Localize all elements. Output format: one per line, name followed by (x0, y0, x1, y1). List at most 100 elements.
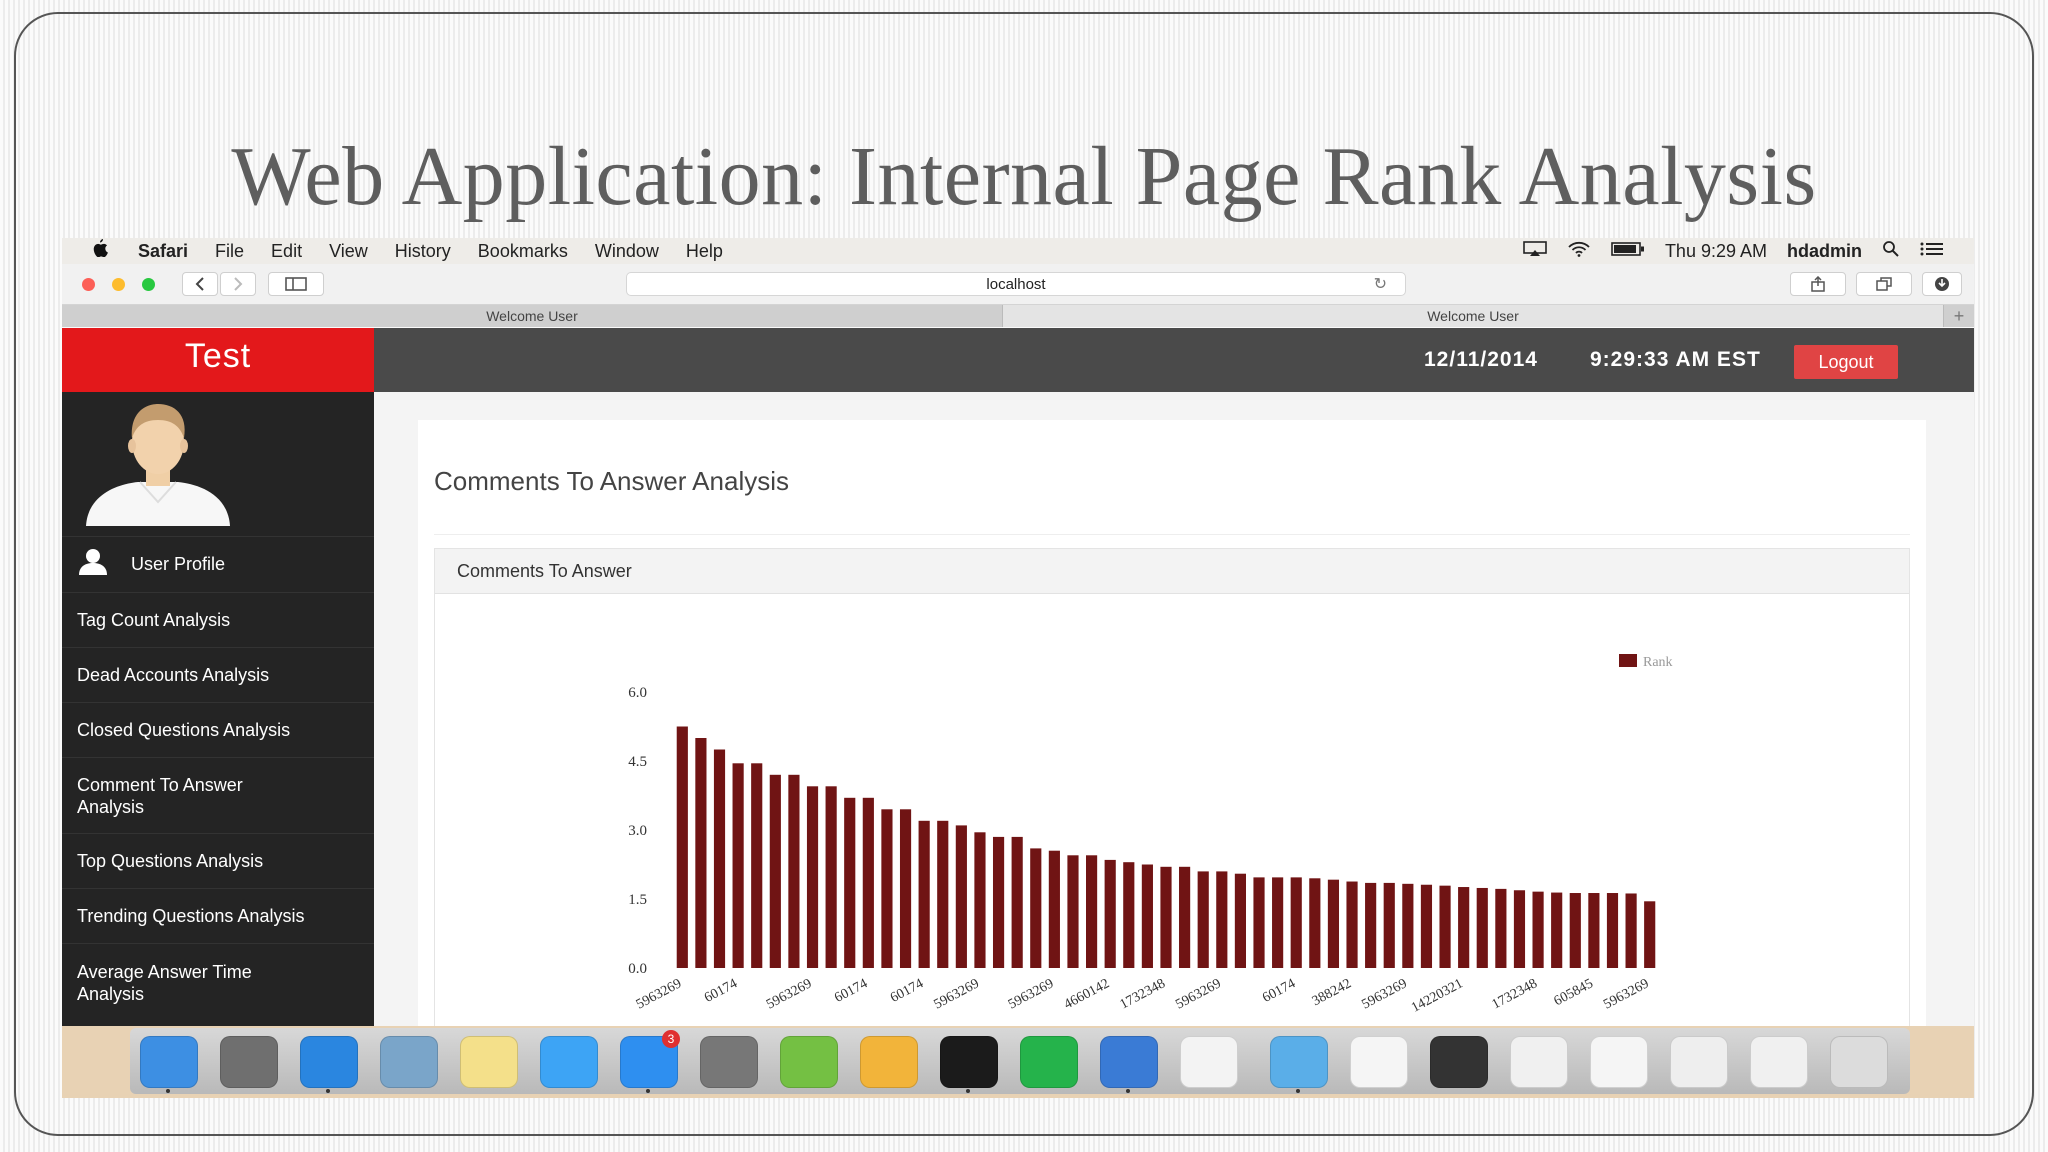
menu-help[interactable]: Help (686, 241, 723, 262)
preview-icon[interactable] (380, 1036, 438, 1088)
chart-bar (1290, 877, 1302, 968)
notes-icon[interactable] (460, 1036, 518, 1088)
sidebar-item-closed-questions[interactable]: Closed Questions Analysis (62, 702, 374, 757)
x-tick-label: 388242 (1310, 976, 1354, 1009)
rank-bar-chart: 0.01.53.04.56.05963269 60174 5963269 60174 6… (628, 654, 1673, 1016)
menu-bookmarks[interactable]: Bookmarks (478, 241, 568, 262)
sidebar-item-average-answer-time[interactable]: Average Answer Time Analysis (62, 943, 374, 1021)
chart-bar (844, 797, 856, 968)
sidebar-item-label: User Profile (131, 554, 226, 574)
chart-bar (806, 786, 819, 968)
running-indicator (1296, 1089, 1300, 1093)
spotify-icon[interactable] (1020, 1036, 1078, 1088)
chart-bar (1141, 864, 1153, 968)
x-tick-label: 5963269 (1601, 976, 1651, 1012)
sidebar-item-comment-to-answer[interactable]: Comment To Answer Analysis (62, 757, 374, 833)
window-thumbnail-icon[interactable] (1750, 1036, 1808, 1088)
textedit-icon[interactable] (1180, 1036, 1238, 1088)
window-thumbnail-icon[interactable] (1590, 1036, 1648, 1088)
tab-welcome-user-2[interactable]: Welcome User (1003, 305, 1944, 327)
messages-icon[interactable] (540, 1036, 598, 1088)
menubar-clock[interactable]: Thu 9:29 AM (1665, 241, 1767, 262)
window-thumbnail-icon[interactable] (1670, 1036, 1728, 1088)
window-thumbnail-icon[interactable] (1430, 1036, 1488, 1088)
system-preferences-icon[interactable] (700, 1036, 758, 1088)
x-tick-label: 1732348 (1490, 976, 1540, 1012)
window-thumbnail-icon[interactable] (1510, 1036, 1568, 1088)
chart-bar (1327, 879, 1340, 968)
share-icon[interactable] (1790, 272, 1846, 296)
y-tick-label: 4.5 (628, 754, 647, 770)
dock: 3 (130, 1028, 1910, 1094)
chart-bar (1625, 893, 1637, 968)
chart-bar (1160, 866, 1172, 968)
header-time: 9:29:33 AM EST (1590, 348, 1761, 371)
menu-view[interactable]: View (329, 241, 368, 262)
chart-bar (937, 820, 949, 968)
chart-bar (1309, 878, 1321, 968)
forward-button[interactable] (220, 272, 256, 296)
header-date: 12/11/2014 (1424, 348, 1538, 371)
finder-icon[interactable] (140, 1036, 198, 1088)
new-tab-icon[interactable]: + (1944, 305, 1974, 327)
menu-history[interactable]: History (395, 241, 451, 262)
menu-safari[interactable]: Safari (138, 241, 188, 262)
x-tick-label: 60174 (702, 976, 740, 1006)
apple-icon[interactable] (92, 239, 118, 263)
safari-icon[interactable] (300, 1036, 358, 1088)
battery-icon[interactable] (1611, 241, 1645, 262)
logout-button[interactable]: Logout (1794, 345, 1898, 379)
tabs-overview-icon[interactable] (1856, 272, 1912, 296)
chart-bar (1253, 877, 1265, 968)
terminal-icon[interactable] (940, 1036, 998, 1088)
close-window-button[interactable] (82, 278, 95, 291)
menubar-user[interactable]: hdadmin (1787, 241, 1862, 262)
chart-bar (1606, 893, 1619, 968)
user-icon (77, 548, 109, 581)
sidebar-item-label: Tag Count Analysis (77, 609, 231, 630)
back-button[interactable] (182, 272, 218, 296)
sidebar-item-label: Comment To Answer Analysis (77, 774, 243, 817)
menu-window[interactable]: Window (595, 241, 659, 262)
reload-icon[interactable]: ↻ (1374, 274, 1387, 294)
wifi-icon[interactable] (1567, 241, 1591, 262)
chart-bar (695, 738, 707, 968)
downloads-icon[interactable] (1922, 272, 1962, 296)
chart-bar (788, 774, 800, 968)
chart-bar (1104, 859, 1116, 968)
sidebar-toggle-icon[interactable] (268, 272, 324, 296)
spring-tool-icon[interactable] (780, 1036, 838, 1088)
zoom-window-button[interactable] (142, 278, 155, 291)
chart-bar (1179, 866, 1191, 968)
folder-icon[interactable] (1270, 1036, 1328, 1088)
launchpad-icon[interactable] (220, 1036, 278, 1088)
notification-center-icon[interactable] (1920, 241, 1944, 262)
sidebar-item-top-questions[interactable]: Top Questions Analysis (62, 833, 374, 888)
address-bar[interactable]: localhost ↻ (626, 272, 1406, 296)
brand-logo[interactable]: Test (62, 328, 374, 392)
sidebar-item-user-profile[interactable]: User Profile (62, 536, 374, 592)
tab-welcome-user-1[interactable]: Welcome User (62, 305, 1003, 327)
window-thumbnail-icon[interactable] (1350, 1036, 1408, 1088)
y-tick-label: 1.5 (628, 892, 647, 908)
minimize-window-button[interactable] (112, 278, 125, 291)
x-tick-label: 4660142 (1062, 976, 1112, 1012)
trash-icon[interactable] (1830, 1036, 1888, 1088)
airplay-icon[interactable] (1523, 240, 1547, 262)
page-title: Comments To Answer Analysis (434, 466, 789, 496)
sidebar-item-dead-accounts[interactable]: Dead Accounts Analysis (62, 647, 374, 702)
spotlight-search-icon[interactable] (1882, 240, 1900, 263)
chart-bar (1513, 890, 1526, 968)
legend-swatch (1619, 654, 1637, 667)
sidebar-item-tag-count[interactable]: Tag Count Analysis (62, 592, 374, 647)
sidebar-item-label: Dead Accounts Analysis (77, 664, 270, 685)
weka-icon[interactable] (860, 1036, 918, 1088)
chart-card-header: Comments To Answer (435, 549, 1909, 594)
menu-file[interactable]: File (215, 241, 244, 262)
chart-bar (862, 797, 874, 968)
menu-edit[interactable]: Edit (271, 241, 302, 262)
sidebar-item-trending-questions[interactable]: Trending Questions Analysis (62, 888, 374, 943)
xcode-icon[interactable] (1100, 1036, 1158, 1088)
running-indicator (1126, 1089, 1130, 1093)
running-indicator (166, 1089, 170, 1093)
